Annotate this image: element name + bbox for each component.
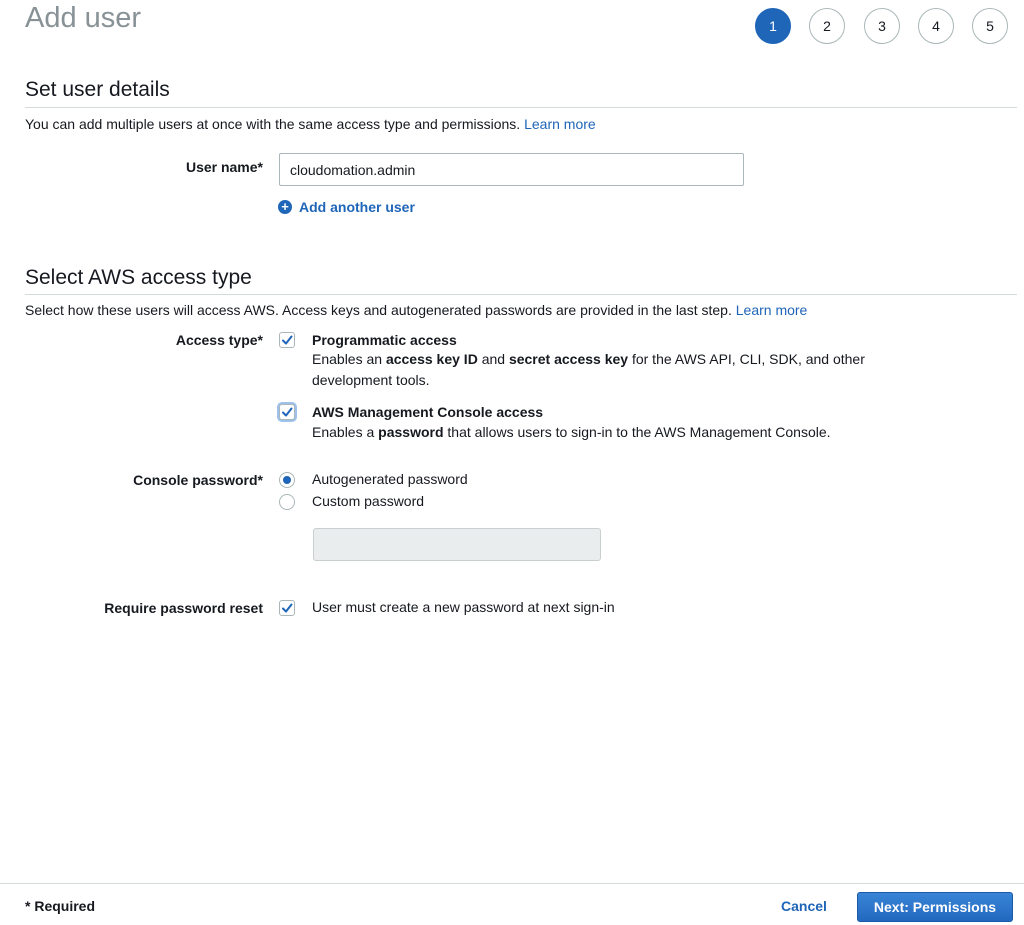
checkmark-icon: [282, 407, 293, 417]
checkmark-icon: [282, 335, 293, 345]
password-reset-checkbox[interactable]: [279, 600, 295, 616]
radio-selected-dot: [283, 476, 291, 484]
user-name-label: User name*: [185, 159, 263, 175]
console-password-label: Console password*: [133, 472, 263, 488]
step-5[interactable]: 5: [972, 8, 1008, 44]
desc-text: Enables an: [312, 351, 386, 367]
password-reset-label: Require password reset: [104, 600, 263, 616]
password-reset-text: User must create a new password at next …: [312, 599, 615, 615]
footer-divider: [0, 883, 1024, 884]
autogenerated-password-radio[interactable]: [279, 472, 295, 488]
custom-password-input: [313, 528, 601, 561]
desc-bold: password: [378, 424, 444, 440]
add-another-user-button[interactable]: + Add another user: [278, 199, 415, 215]
step-1[interactable]: 1: [755, 8, 791, 44]
custom-password-radio[interactable]: [279, 494, 295, 510]
page-title: Add user: [25, 2, 142, 34]
learn-more-link[interactable]: Learn more: [736, 302, 808, 318]
step-2[interactable]: 2: [809, 8, 845, 44]
learn-more-link[interactable]: Learn more: [524, 116, 596, 132]
add-another-user-label: Add another user: [299, 199, 415, 215]
plus-circle-icon: +: [278, 200, 292, 214]
user-name-input[interactable]: [279, 153, 744, 186]
console-access-description: Enables a password that allows users to …: [312, 422, 872, 443]
access-type-label: Access type*: [175, 332, 263, 348]
desc-text: and: [477, 351, 509, 367]
desc-text: that allows users to sign-in to the AWS …: [443, 424, 831, 440]
programmatic-access-checkbox[interactable]: [279, 332, 295, 348]
section-title-user-details: Set user details: [25, 78, 170, 101]
autogenerated-password-label: Autogenerated password: [312, 471, 468, 487]
desc-text: Enables a: [312, 424, 379, 440]
add-user-page: Add user 1 2 3 4 5 Set user details You …: [0, 0, 1024, 925]
next-permissions-button[interactable]: Next: Permissions: [857, 892, 1013, 922]
desc-bold: secret access key: [508, 351, 629, 367]
console-access-title: AWS Management Console access: [312, 404, 544, 420]
console-access-checkbox[interactable]: [279, 404, 295, 420]
access-type-description: Select how these users will access AWS. …: [25, 302, 807, 318]
step-4[interactable]: 4: [918, 8, 954, 44]
user-details-description-text: You can add multiple users at once with …: [25, 116, 521, 132]
divider: [25, 107, 1017, 108]
section-title-access-type: Select AWS access type: [25, 266, 252, 289]
programmatic-access-title: Programmatic access: [312, 332, 457, 348]
cancel-button[interactable]: Cancel: [781, 898, 827, 914]
divider: [25, 294, 1017, 295]
checkmark-icon: [282, 603, 293, 613]
step-3[interactable]: 3: [864, 8, 900, 44]
user-details-description: You can add multiple users at once with …: [25, 116, 596, 132]
programmatic-access-description: Enables an access key ID and secret acce…: [312, 349, 872, 391]
access-type-description-text: Select how these users will access AWS. …: [25, 302, 732, 318]
desc-bold: access key ID: [385, 351, 478, 367]
custom-password-label: Custom password: [312, 493, 425, 509]
required-note: * Required: [25, 898, 96, 914]
